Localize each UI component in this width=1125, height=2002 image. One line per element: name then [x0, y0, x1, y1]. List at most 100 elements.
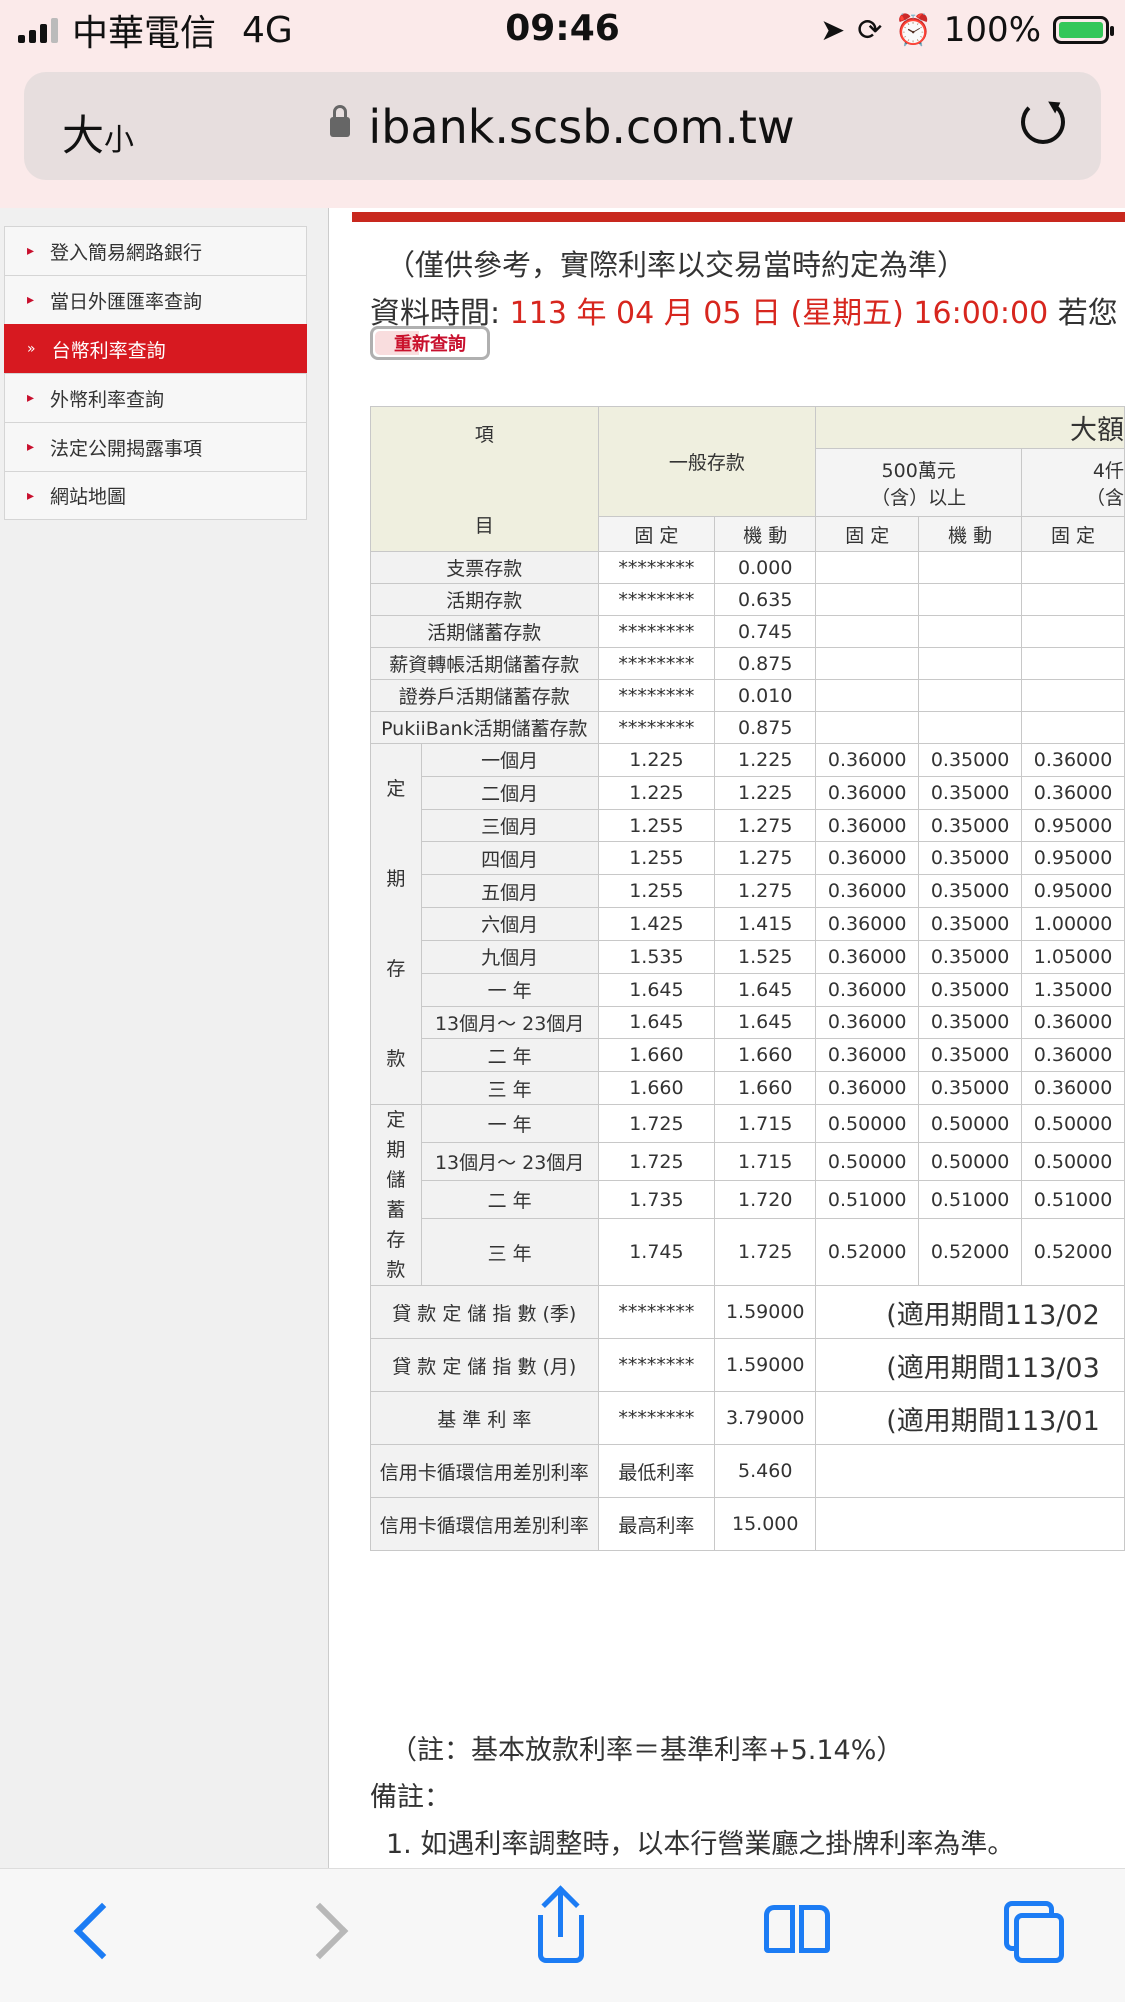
- large-500-floating-rate: 0.50000: [918, 1103, 1023, 1144]
- large-500-fixed-rate: 0.36000: [815, 775, 920, 810]
- term-label: 二 年: [420, 1180, 599, 1220]
- floating-rate: 0.000: [714, 551, 817, 584]
- address-bar[interactable]: 大小 ibank.scsb.com.tw: [24, 72, 1101, 180]
- sidebar-item[interactable]: ▸ 當日外匯匯率查詢: [4, 275, 307, 324]
- term-label: 13個月～ 23個月: [420, 1005, 599, 1040]
- sidebar-item[interactable]: ▸ 外幣利率查詢: [4, 373, 307, 422]
- table-row: 活期儲蓄存款 ******** 0.745: [370, 615, 1125, 648]
- floating-rate: 0.745: [714, 615, 817, 648]
- term-label: 五個月: [420, 874, 599, 909]
- battery-percent: 100%: [943, 10, 1041, 50]
- table-cell: [815, 711, 920, 744]
- large-4-fixed-rate: 1.05000: [1021, 939, 1125, 974]
- lock-icon: [330, 104, 351, 137]
- sidebar-item[interactable]: ▸ 法定公開揭露事項: [4, 422, 307, 471]
- triangle-bullet-icon: ▸: [27, 439, 35, 455]
- large-500-fixed-rate: 0.36000: [815, 743, 920, 777]
- floating-rate: 1.275: [714, 841, 817, 876]
- table-cell: [815, 551, 920, 584]
- fixed-rate: ********: [597, 679, 716, 712]
- large-500-fixed-rate: 0.50000: [815, 1142, 920, 1182]
- reload-icon[interactable]: [1021, 100, 1065, 144]
- large-4-fixed-rate: 0.50000: [1021, 1142, 1125, 1182]
- index-value: 1.59000: [714, 1338, 817, 1392]
- table-row: PukiiBank活期儲蓄存款 ******** 0.875: [370, 711, 1125, 744]
- floating-rate: 1.645: [714, 972, 817, 1007]
- applicable-period: (適用期間113/03: [815, 1338, 1125, 1392]
- fixed-rate: 1.645: [597, 972, 716, 1007]
- large-500-floating-rate: 0.35000: [918, 1071, 1023, 1105]
- large-500-floating-rate: 0.35000: [918, 808, 1023, 843]
- tabs-button[interactable]: [994, 1895, 1074, 1965]
- header-red-bar: [352, 212, 1125, 222]
- triangle-bullet-icon: ▸: [27, 390, 35, 406]
- large-500-fixed-rate: 0.51000: [815, 1180, 920, 1220]
- large-500-floating-rate: 0.35000: [918, 1005, 1023, 1040]
- large-500-floating-rate: 0.50000: [918, 1142, 1023, 1182]
- floating-rate: 1.715: [714, 1103, 817, 1144]
- large-500-fixed-rate: 0.36000: [815, 1071, 920, 1105]
- triangle-bullet-icon: ▸: [27, 292, 35, 308]
- large-500-fixed-rate: 0.36000: [815, 972, 920, 1007]
- back-button[interactable]: [60, 1895, 140, 1965]
- table-cell: [815, 615, 920, 648]
- card-rate-label: 信用卡循環信用差別利率: [370, 1497, 599, 1551]
- fixed-rate: ********: [597, 615, 716, 648]
- large-500-floating-rate: 0.35000: [918, 972, 1023, 1007]
- share-button[interactable]: [522, 1885, 602, 1965]
- term-label: 一 年: [420, 1103, 599, 1144]
- requery-button[interactable]: 重新查詢: [370, 326, 490, 360]
- category-label: 定期儲蓄存款: [370, 1104, 422, 1286]
- table-cell: [918, 583, 1023, 616]
- sidebar-item[interactable]: ▸ 登入簡易網路銀行: [4, 226, 307, 275]
- large-4-fixed-rate: 0.36000: [1021, 743, 1125, 777]
- rates-table: 項目一般存款 大額 500萬元 （含）以上 4仟 （含固 定機 動固 定機 動固 定支票存…: [370, 406, 1125, 1551]
- fixed-rate: ********: [597, 647, 716, 680]
- forward-button[interactable]: [290, 1895, 370, 1965]
- table-row: 四個月 1.255 1.275 0.36000 0.35000 0.95000: [371, 841, 1125, 876]
- floating-rate: 0.875: [714, 647, 817, 680]
- rotation-lock-icon: ⟳: [857, 12, 883, 48]
- floating-rate: 1.275: [714, 808, 817, 843]
- bookmarks-button[interactable]: [758, 1895, 838, 1965]
- sidebar-item[interactable]: ▸ 網站地圖: [4, 471, 307, 520]
- deposit-type-label: 活期儲蓄存款: [370, 615, 599, 648]
- large-4-fixed-rate: 1.35000: [1021, 972, 1125, 1007]
- large-500-floating-rate: 0.35000: [918, 841, 1023, 876]
- table-row: 貸 款 定 儲 指 數 (月) ******** 1.59000 (適用期間113/0…: [370, 1338, 1125, 1392]
- table-cell: [1021, 615, 1125, 648]
- sidebar-menu: ▸ 登入簡易網路銀行 ▸ 當日外匯匯率查詢 » 台幣利率查詢 ▸ 外幣利率查詢 ▸ 法定公開揭露事…: [4, 226, 307, 520]
- fixed-header: 固 定: [1021, 516, 1125, 552]
- table-cell: [1021, 711, 1125, 744]
- table-row: 三 年 1.660 1.660 0.36000 0.35000 0.36000: [371, 1071, 1125, 1105]
- term-label: 六個月: [420, 907, 599, 941]
- table-cell: [815, 679, 920, 712]
- table-cell: [815, 1497, 1125, 1551]
- large-4-fixed-rate: 0.95000: [1021, 874, 1125, 909]
- table-row: 13個月～ 23個月 1.725 1.715 0.50000 0.50000 0.5000…: [371, 1142, 1125, 1182]
- url-display[interactable]: ibank.scsb.com.tw: [24, 100, 1101, 154]
- sidebar-item-label: 登入簡易網路銀行: [50, 241, 203, 264]
- sidebar-item[interactable]: » 台幣利率查詢: [4, 324, 307, 373]
- deposit-type-label: PukiiBank活期儲蓄存款: [370, 711, 599, 744]
- table-row: 活期存款 ******** 0.635: [370, 583, 1125, 616]
- large-4-fixed-rate: 0.36000: [1021, 775, 1125, 810]
- floating-rate: 1.660: [714, 1071, 817, 1105]
- large-4-fixed-rate: 0.51000: [1021, 1180, 1125, 1220]
- table-row: 定期存款一個月 1.225 1.225 0.36000 0.35000 0.36000: [370, 743, 1125, 1105]
- forward-icon: [291, 1902, 349, 1960]
- index-value: 1.59000: [714, 1285, 817, 1339]
- fixed-rate: 1.535: [597, 939, 716, 974]
- floating-rate: 1.715: [714, 1142, 817, 1182]
- location-icon: ➤: [820, 12, 846, 48]
- floating-rate: 0.010: [714, 679, 817, 712]
- large-500-floating-rate: 0.35000: [918, 907, 1023, 941]
- table-cell: [815, 1444, 1125, 1498]
- floating-rate: 1.660: [714, 1038, 817, 1073]
- deposit-type-label: 活期存款: [370, 583, 599, 616]
- floating-rate: 1.645: [714, 1005, 817, 1040]
- fixed-rate: 1.745: [597, 1218, 716, 1286]
- table-row: 證券戶活期儲蓄存款 ******** 0.010: [370, 679, 1125, 712]
- term-label: 二個月: [420, 775, 599, 810]
- large-4-fixed-rate: 0.36000: [1021, 1005, 1125, 1040]
